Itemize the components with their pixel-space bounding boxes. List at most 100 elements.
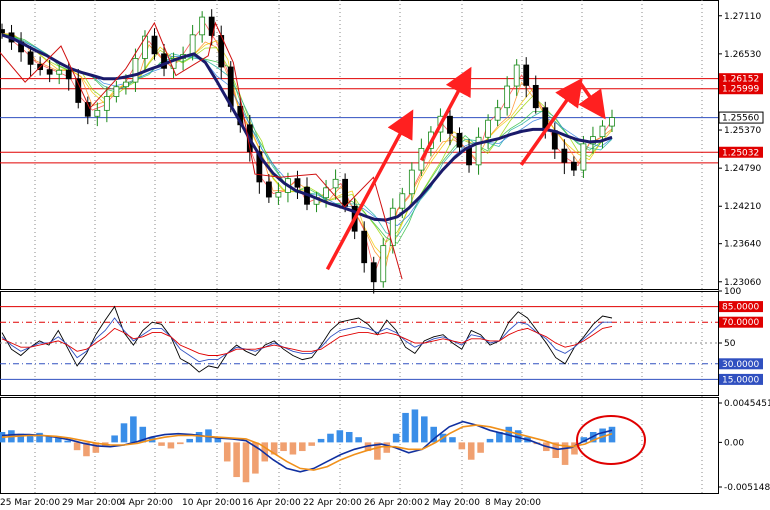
candle-body [0, 29, 5, 34]
histogram-bar [130, 416, 137, 443]
histogram-bar [345, 431, 353, 443]
price-tick-label-0: 1.27110 [724, 12, 761, 22]
osc-tick-label-1: 50 [724, 339, 736, 349]
hist-tick-label-0: 0.0045451 [724, 399, 770, 409]
osc-level-label-1: 70.0000 [722, 318, 759, 328]
histogram-bar [327, 433, 334, 443]
level-label-3: 1.25032 [722, 148, 759, 158]
oscillator-line-0 [1, 305, 613, 373]
candle-body [294, 178, 301, 188]
histogram-bar [26, 435, 34, 443]
candle-body [532, 84, 539, 109]
candle-body [361, 230, 368, 264]
candle-body [142, 35, 148, 59]
histogram-bar [111, 435, 118, 443]
candle-body [523, 64, 530, 86]
histogram-bar [421, 416, 428, 443]
time-tick-label-0: 25 Mar 20:00 [0, 498, 60, 508]
candle-body [609, 117, 615, 127]
time-tick-label-1: 29 Mar 20:00 [62, 498, 122, 508]
histogram-bar [411, 409, 419, 443]
candle-body [113, 86, 120, 97]
histogram-panel[interactable] [0, 409, 646, 483]
histogram-bar [195, 431, 203, 443]
candle-body [323, 187, 329, 199]
oscillator-panel[interactable] [0, 305, 718, 380]
histogram-bar [36, 432, 43, 443]
candle-body [485, 119, 491, 138]
candle-body [456, 132, 463, 148]
candle-body [132, 58, 139, 83]
histogram-bar [458, 442, 466, 450]
price-tick-label-5: 1.24210 [724, 202, 761, 212]
candle-body [123, 81, 129, 88]
candle-body [513, 64, 520, 87]
histogram-bar [336, 430, 344, 443]
histogram-bar [289, 442, 297, 455]
histogram-bar [477, 442, 484, 453]
histogram-bar [383, 442, 391, 453]
histogram-bar [467, 442, 475, 460]
candle-body [103, 96, 110, 111]
price-tick-label-6: 1.23640 [724, 240, 761, 250]
histogram-bar [402, 412, 409, 443]
candle-body [370, 262, 377, 283]
candle-body [504, 85, 511, 109]
candle-body [275, 192, 282, 198]
time-tick-label-2: 4 Apr 20:00 [120, 498, 173, 508]
price-tick-label-3: 1.25370 [724, 126, 761, 136]
ribbon-line-0 [1, 23, 613, 274]
ribbon-line-2 [1, 33, 613, 260]
osc-tick-label-0: 100 [724, 287, 741, 297]
histogram-bar [73, 442, 81, 451]
price-axis: 1.27110 1.26530 1.25999 1.25370 1.24790 1.242… [718, 12, 770, 493]
level-label-0: 1.26152 [722, 75, 759, 85]
candle-body [151, 35, 158, 55]
time-tick-label-7: 2 May 20:00 [424, 498, 480, 508]
candle-body [570, 161, 577, 171]
histogram-bar [186, 438, 193, 443]
histogram-bar [308, 442, 315, 446]
histogram-bar [158, 442, 165, 446]
histogram-bar [120, 423, 128, 443]
panel-frame-1 [0, 0, 719, 290]
histogram-bar [233, 442, 240, 478]
histogram-bar [242, 442, 250, 483]
histogram-bar [449, 437, 456, 443]
histogram-bar [167, 442, 175, 449]
time-tick-label-5: 22 Apr 20:00 [303, 498, 362, 508]
candle-body [27, 51, 34, 65]
candle-body [447, 115, 453, 134]
time-tick-label-6: 26 Apr 20:00 [364, 498, 423, 508]
candle-body [65, 69, 72, 80]
level-label-1: 1.25999 [722, 85, 759, 95]
candle-body [94, 109, 101, 117]
time-tick-label-4: 16 Apr 20:00 [242, 498, 301, 508]
price-panel[interactable] [0, 9, 718, 294]
candle-body [199, 16, 206, 36]
osc-level-label-2: 30.0000 [722, 360, 759, 370]
histogram-bar [223, 442, 231, 462]
candle-body [265, 181, 272, 198]
ribbon-line-4 [1, 33, 613, 244]
trading-chart[interactable]: 1.27110 1.26530 1.25999 1.25370 1.24790 1.242… [0, 0, 770, 510]
candle-body [399, 193, 406, 209]
hist-tick-label-2: -0.0051485 [724, 483, 770, 493]
histogram-bar [392, 433, 400, 443]
ribbon-line-3 [1, 33, 613, 243]
candle-body [494, 107, 501, 121]
ribbon-line-1 [1, 33, 613, 267]
candle-body [56, 69, 63, 75]
candle-body [599, 125, 606, 138]
candle-body [561, 148, 568, 163]
candle-body [466, 146, 472, 166]
histogram-bar [280, 442, 287, 452]
candle-body [342, 178, 349, 207]
candle-body [189, 34, 196, 55]
osc-level-label-3: 15.0000 [722, 375, 759, 385]
histogram-bar [299, 442, 306, 452]
histogram-bar [317, 438, 325, 443]
histogram-bar [177, 442, 184, 445]
oscillator-line-2 [1, 325, 613, 356]
candle-body [580, 143, 587, 171]
